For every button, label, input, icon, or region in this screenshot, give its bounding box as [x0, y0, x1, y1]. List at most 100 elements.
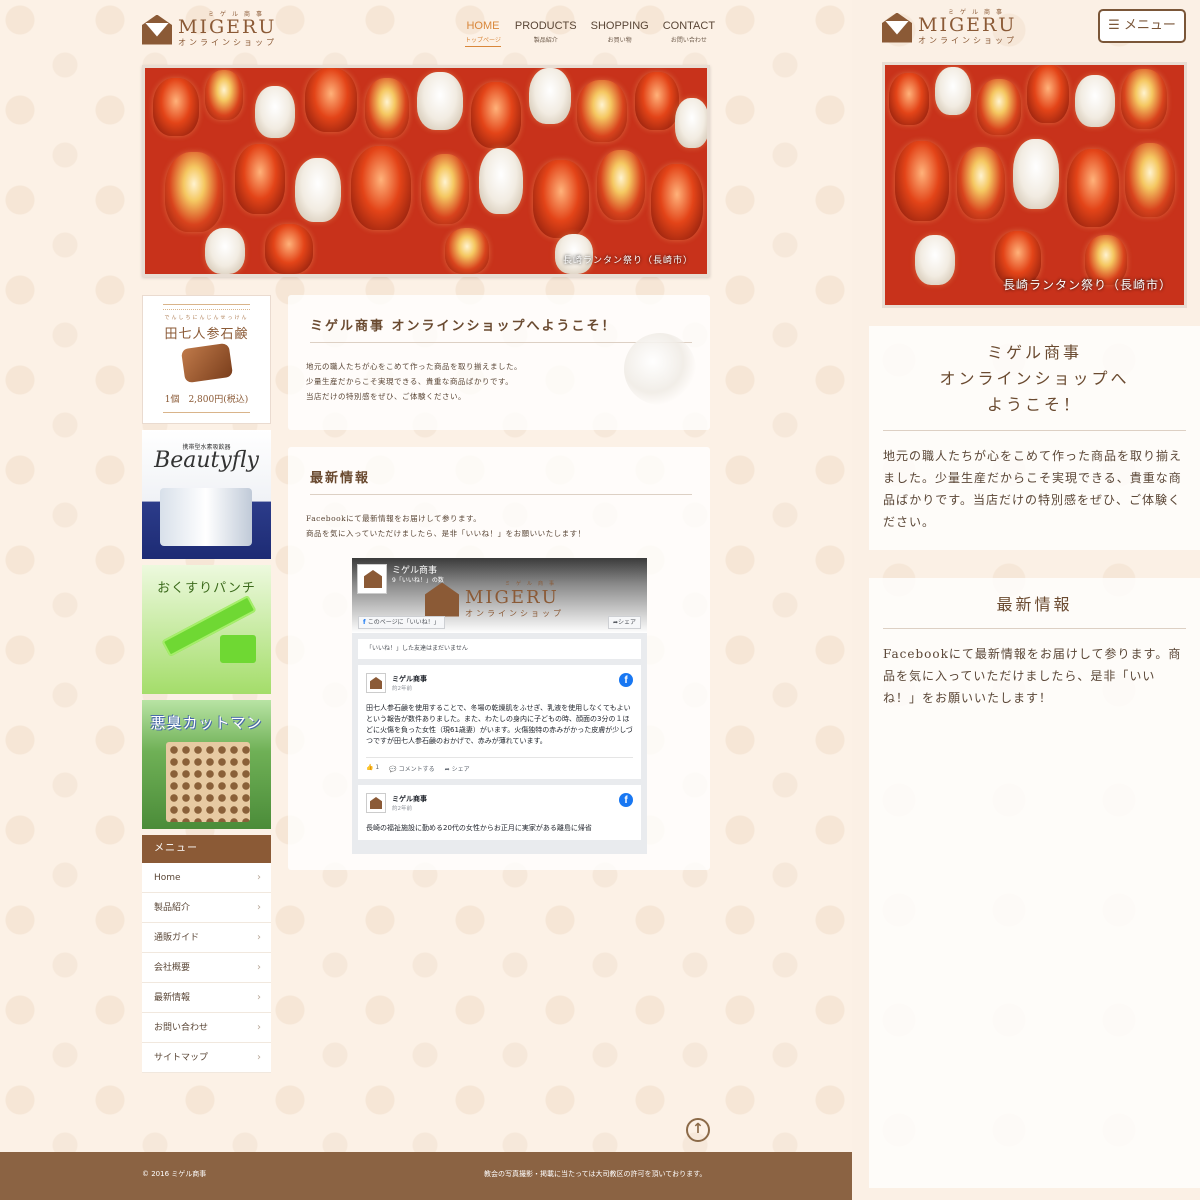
side-menu-label: 最新情報 — [154, 993, 191, 1003]
nav-products[interactable]: PRODUCTS 製品紹介 — [515, 20, 577, 47]
footer: © 2016 ミゲル商事 教会の写真撮影・掲載に当たっては大司教区の許可を頂いて… — [0, 1152, 852, 1200]
welcome-panel: ミゲル商事 オンラインショップへようこそ！ 地元の職人たちが心をこめて作った商品… — [288, 295, 710, 430]
chevron-right-icon: › — [257, 932, 261, 943]
facebook-logo-icon[interactable]: f — [619, 673, 633, 687]
facebook-avatar[interactable] — [357, 564, 387, 594]
banner-soap[interactable]: でんしちにんじんせっけん 田七人参石鹸 1個 2,800円(税込) — [142, 295, 271, 424]
soap-image — [180, 342, 234, 384]
cover-logo: ミゲル商事 MIGERU オンラインショップ — [425, 580, 564, 619]
post-avatar[interactable] — [366, 793, 386, 813]
post-like-action[interactable]: 👍 1 — [366, 764, 379, 773]
post-text: 長崎の福祉施設に勤める20代の女性からお正月に実家がある離島に帰省 — [366, 824, 592, 832]
news-body: Facebookにて最新情報をお届けして参ります。 商品を気に入っていただけまし… — [306, 511, 692, 541]
back-to-top-icon[interactable]: ↑ — [686, 1118, 710, 1142]
facebook-cover: ミゲル商事 9「いいね！」の数 ミゲル商事 MIGERU オンラインショップ f… — [352, 558, 647, 633]
banner-soap-price: 1個 2,800円(税込) — [164, 395, 249, 405]
post-share-action[interactable]: ➦ シェア — [445, 764, 470, 773]
ornament-bottom — [163, 412, 250, 413]
banner-soap-ruby: でんしちにんじんせっけん — [164, 315, 249, 321]
side-menu-label: 製品紹介 — [154, 903, 191, 913]
banner-pill-title: おくすりパンチ — [157, 581, 256, 596]
nav-contact[interactable]: CONTACT お問い合わせ — [663, 20, 715, 47]
facebook-share-button[interactable]: ➦シェア — [607, 616, 641, 629]
facebook-friends-text: 「いいね！」した友達はまだいません — [358, 639, 641, 659]
post-time[interactable]: 約2年前 — [392, 804, 427, 812]
banner-odor-cut[interactable]: 悪臭カットマン — [142, 700, 271, 829]
side-menu-company[interactable]: 会社概要 › — [142, 953, 271, 983]
side-menu-products[interactable]: 製品紹介 › — [142, 893, 271, 923]
nav-contact-sub: お問い合わせ — [670, 37, 707, 44]
mobile-menu-button[interactable]: ☰ メニュー — [1098, 9, 1186, 43]
comment-icon: 💬 — [389, 766, 399, 773]
side-menu-label: Home — [154, 873, 181, 883]
nav-products-label: PRODUCTS — [514, 20, 577, 32]
mobile-welcome-title-line: オンラインショップへ — [939, 369, 1130, 388]
logo-main-text: MIGERU — [918, 14, 1017, 36]
side-menu-sitemap[interactable]: サイトマップ › — [142, 1043, 271, 1073]
post-comment-action[interactable]: 💬 コメントする — [389, 764, 434, 773]
mobile-hero-image: 長崎ランタン祭り（長崎市） — [882, 62, 1187, 308]
lantern-photo — [145, 68, 707, 274]
mobile-news-panel: 最新情報 Facebookにて最新情報をお届けして参ります。商品を気に入っていた… — [869, 578, 1200, 1188]
lantern-photo — [885, 65, 1184, 305]
side-menu-guide[interactable]: 通販ガイド › — [142, 923, 271, 953]
post-actions: 👍 1 💬 コメントする ➦ シェア — [366, 757, 633, 773]
nav-products-sub: 製品紹介 — [533, 37, 558, 44]
side-menu: Home › 製品紹介 › 通販ガイド › 会社概要 › 最新情報 › お問い合わせ › サ… — [142, 863, 271, 1073]
chevron-right-icon: › — [257, 1022, 261, 1033]
post-comment-label: コメントする — [398, 766, 435, 773]
side-menu-heading: メニュー — [142, 835, 271, 863]
nav-shopping-sub: お買い物 — [607, 37, 632, 44]
side-menu-news[interactable]: 最新情報 › — [142, 983, 271, 1013]
side-menu-label: 会社概要 — [154, 963, 191, 973]
side-menu-home[interactable]: Home › — [142, 863, 271, 893]
facebook-page-plugin[interactable]: ミゲル商事 9「いいね！」の数 ミゲル商事 MIGERU オンラインショップ f… — [352, 558, 647, 854]
hero-caption: 長崎ランタン祭り（長崎市） — [562, 256, 693, 266]
banner-beautyfly[interactable]: 携帯型水素吸飲器 Beautyfly — [142, 430, 271, 559]
nav-home-sub: トップページ — [465, 37, 501, 44]
news-line: 商品を気に入っていただけましたら、是非「いいね！」をお願いいたします！ — [306, 529, 586, 538]
nav-shopping-label: SHOPPING — [590, 20, 649, 32]
side-menu-label: 通販ガイド — [154, 933, 200, 943]
welcome-title: ミゲル商事 オンラインショップへようこそ！ — [310, 315, 692, 343]
facebook-like-button[interactable]: f このページに「いいね！」 — [358, 616, 445, 629]
mobile-menu-label: メニュー — [1123, 18, 1176, 33]
sidebar: でんしちにんじんせっけん 田七人参石鹸 1個 2,800円(税込) 携帯型水素吸… — [142, 295, 271, 1073]
site-logo[interactable]: ミゲル商事 MIGERU オンラインショップ — [142, 12, 277, 47]
banner-pill-punch[interactable]: おくすりパンチ — [142, 565, 271, 694]
post-author[interactable]: ミゲル商事 — [392, 674, 427, 684]
facebook-like-label: このページに「いいね！」 — [367, 619, 440, 626]
nav-home-label: HOME — [466, 20, 500, 32]
post-author[interactable]: ミゲル商事 — [392, 794, 427, 804]
logo-subtitle: オンラインショップ — [178, 38, 277, 47]
cover-logo-main: MIGERU — [465, 587, 559, 608]
nav-home[interactable]: HOME トップページ — [465, 20, 501, 47]
mobile-welcome-title-line: ミゲル商事 — [986, 343, 1082, 362]
post-avatar[interactable] — [366, 673, 386, 693]
logo-subtitle: オンラインショップ — [918, 36, 1017, 45]
logo-main-text: MIGERU — [178, 16, 277, 38]
hero-caption: 長崎ランタン祭り（長崎市） — [1002, 278, 1172, 292]
facebook-share-label: シェア — [617, 619, 636, 626]
hero-image: 長崎ランタン祭り（長崎市） — [142, 65, 710, 277]
chevron-right-icon: › — [257, 902, 261, 913]
cover-logo-ruby: ミゲル商事 — [505, 581, 561, 587]
mobile-news-title: 最新情報 — [996, 595, 1073, 614]
news-title: 最新情報 — [310, 467, 692, 495]
side-menu-label: お問い合わせ — [154, 1023, 209, 1033]
facebook-logo-icon[interactable]: f — [619, 793, 633, 807]
mobile-view: ミゲル商事 MIGERU オンラインショップ ☰ メニュー 長崎ランタン祭り（長… — [869, 0, 1200, 1200]
chevron-right-icon: › — [257, 962, 261, 973]
news-line: Facebookにて最新情報をお届けして参ります。 — [306, 514, 482, 523]
flower-decoration — [624, 333, 696, 405]
share-icon: ➦ — [444, 766, 452, 773]
post-time[interactable]: 約2年前 — [392, 684, 427, 692]
mobile-logo[interactable]: ミゲル商事 MIGERU オンラインショップ — [882, 10, 1017, 45]
facebook-post: ミゲル商事 約2年前 f 田七人参石鹸を使用することで、冬場の乾燥肌をふせぎ、乳… — [358, 665, 641, 779]
banner-soap-title: 田七人参石鹸 — [164, 327, 249, 342]
facebook-post: ミゲル商事 約2年前 f 長崎の福祉施設に勤める20代の女性からお正月に実家があ… — [358, 785, 641, 840]
side-menu-contact[interactable]: お問い合わせ › — [142, 1013, 271, 1043]
post-text: 田七人参石鹸を使用することで、冬場の乾燥肌をふせぎ、乳液を使用しなくてもよいとい… — [366, 704, 633, 745]
ornament-top — [163, 304, 250, 310]
nav-shopping[interactable]: SHOPPING お買い物 — [591, 20, 649, 47]
